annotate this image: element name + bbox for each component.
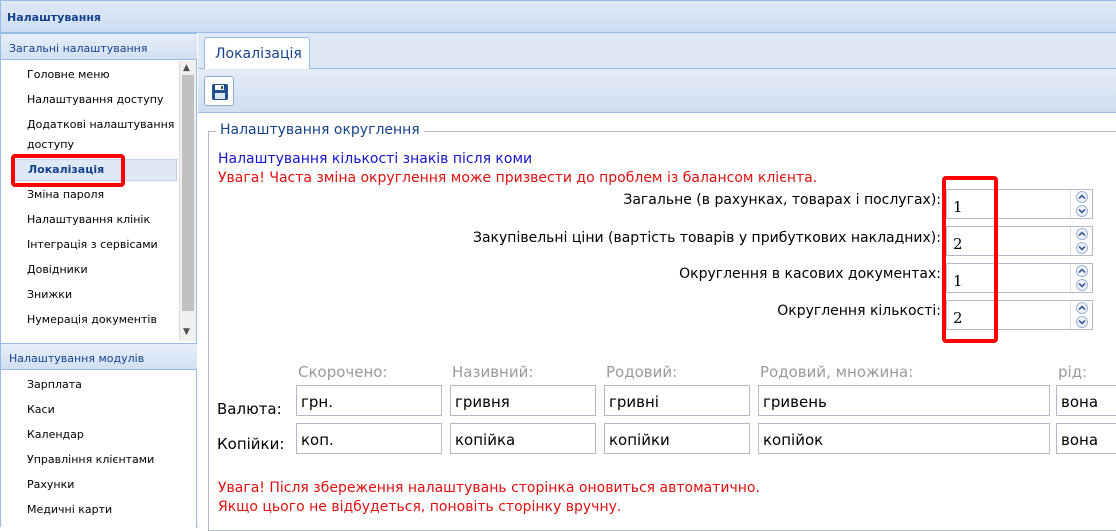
kopecks-genitive-plural-field[interactable]: копійок <box>758 423 1050 454</box>
chevron-up-icon[interactable] <box>1074 265 1090 277</box>
sidebar-item-document-numbering[interactable]: Нумерація документів <box>11 310 177 330</box>
stepper-buttons <box>1070 301 1092 329</box>
currency-genitive-field[interactable]: гривні <box>604 385 750 416</box>
sidebar-item-client-management[interactable]: Управління клієнтами <box>11 450 177 470</box>
kopecks-genitive-field[interactable]: копійки <box>604 423 750 454</box>
currency-nominative-field[interactable]: гривня <box>450 385 596 416</box>
scroll-down-icon[interactable]: ▼ <box>183 327 190 337</box>
sidebar: Загальні налаштування Головне меню Налаш… <box>1 33 197 528</box>
sidebar-item-discounts[interactable]: Знижки <box>11 285 177 305</box>
column-header-nominative: Називний: <box>452 363 534 381</box>
currency-genitive-plural-field[interactable]: гривень <box>758 385 1050 416</box>
field-value: вона <box>1061 393 1099 411</box>
column-header-genitive: Родовий: <box>606 363 678 381</box>
general-settings-header-label: Загальні налаштування <box>9 42 148 55</box>
kopecks-gender-field[interactable]: вона <box>1056 423 1116 454</box>
chevron-down-icon[interactable] <box>1074 242 1090 254</box>
rounding-cash-label: Округлення в касових документах: <box>679 266 941 282</box>
currency-row-label: Валюта: <box>217 400 282 418</box>
field-value: коп. <box>301 431 334 449</box>
rounding-general-label: Загальне (в рахунках, товарах і послугах… <box>623 192 941 208</box>
rounding-purchase-label: Закупівельні ціни (вартість товарів у пр… <box>473 230 941 246</box>
field-value: гривень <box>763 393 827 411</box>
field-value: гривні <box>609 393 659 411</box>
save-warning-line1: Увага! Після збереження налаштувань стор… <box>218 480 760 496</box>
sidebar-item-cash[interactable]: Каси <box>11 400 177 420</box>
save-button[interactable] <box>204 76 234 106</box>
kopecks-nominative-field[interactable]: копійка <box>450 423 596 454</box>
stepper-buttons <box>1070 264 1092 292</box>
field-value: копійок <box>763 431 824 449</box>
window-title: Налаштування <box>7 11 101 24</box>
sidebar-item-extra-access-settings[interactable]: Додаткові налаштування доступу <box>11 115 177 155</box>
save-warning-line2: Якщо цього не відбудеться, поновіть стор… <box>218 499 622 515</box>
sidebar-item-change-password[interactable]: Зміна пароля <box>11 185 177 205</box>
window-title-bar: Налаштування <box>1 1 1116 33</box>
general-settings-header[interactable]: Загальні налаштування <box>1 33 197 60</box>
sidebar-scrollbar[interactable]: ▲ ▼ <box>179 61 196 341</box>
tab-label: Локалізація <box>215 46 302 62</box>
chevron-up-icon[interactable] <box>1074 191 1090 203</box>
column-header-gender: рід: <box>1058 363 1088 381</box>
rounding-quantity-label: Округлення кількості: <box>777 303 941 319</box>
tab-bar: Локалізація <box>198 33 1116 69</box>
toolbar <box>198 69 1116 113</box>
floppy-disk-icon <box>212 84 228 100</box>
field-value: грн. <box>301 393 333 411</box>
rounding-warning: Увага! Часта зміна округлення може призв… <box>218 170 818 186</box>
stepper-buttons <box>1070 227 1092 255</box>
rounding-legend: Налаштування округлення <box>216 122 424 138</box>
column-header-genitive-plural: Родовий, множина: <box>760 363 914 381</box>
sidebar-item-invoices[interactable]: Рахунки <box>11 475 177 495</box>
sidebar-item-clinic-settings[interactable]: Налаштування клінік <box>11 210 177 230</box>
field-value: копійка <box>455 431 516 449</box>
sidebar-item-main-menu[interactable]: Головне меню <box>11 65 177 85</box>
highlight-rounding-values <box>942 176 998 343</box>
chevron-down-icon[interactable] <box>1074 279 1090 291</box>
chevron-up-icon[interactable] <box>1074 302 1090 314</box>
sidebar-item-label: Додаткові налаштування <box>27 118 175 131</box>
field-value: копійки <box>609 431 670 449</box>
localization-panel: Налаштування округлення Налаштування кіл… <box>198 113 1116 531</box>
scroll-thumb[interactable] <box>182 75 194 311</box>
currency-short-field[interactable]: грн. <box>296 385 442 416</box>
chevron-down-icon[interactable] <box>1074 316 1090 328</box>
field-value: вона <box>1061 431 1099 449</box>
tab-localization[interactable]: Локалізація <box>204 37 310 69</box>
stepper-buttons <box>1070 190 1092 218</box>
highlight-localization <box>11 154 125 187</box>
settings-window: Налаштування Загальні налаштування Голов… <box>0 0 1116 531</box>
sidebar-item-label: доступу <box>27 138 75 151</box>
module-settings-header-label: Налаштування модулів <box>9 352 145 365</box>
column-header-short: Скорочено: <box>298 363 388 381</box>
kopecks-short-field[interactable]: коп. <box>296 423 442 454</box>
kopecks-row-label: Копійки: <box>217 435 285 453</box>
sidebar-item-directories[interactable]: Довідники <box>11 260 177 280</box>
sidebar-item-medical-cards[interactable]: Медичні карти <box>11 500 177 520</box>
sidebar-item-salary[interactable]: Зарплата <box>11 375 177 395</box>
scroll-up-icon[interactable]: ▲ <box>183 63 190 73</box>
currency-gender-field[interactable]: вона <box>1056 385 1116 416</box>
chevron-up-icon[interactable] <box>1074 228 1090 240</box>
rounding-info: Налаштування кількості знаків після коми <box>218 151 533 167</box>
sidebar-item-access-settings[interactable]: Налаштування доступу <box>11 90 177 110</box>
sidebar-item-calendar[interactable]: Календар <box>11 425 177 445</box>
field-value: гривня <box>455 393 510 411</box>
chevron-down-icon[interactable] <box>1074 205 1090 217</box>
sidebar-item-integrations[interactable]: Інтеграція з сервісами <box>11 235 177 255</box>
module-settings-header[interactable]: Налаштування модулів <box>1 343 197 370</box>
